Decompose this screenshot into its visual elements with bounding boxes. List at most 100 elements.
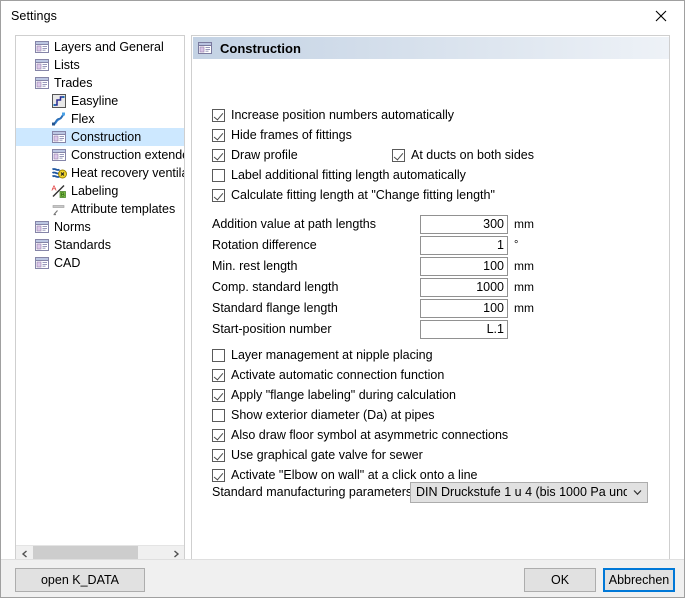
window-page-icon	[35, 41, 49, 53]
checkbox-checked-icon[interactable]	[212, 108, 225, 122]
sidebar-item-construction[interactable]: Construction	[16, 128, 184, 146]
sidebar-item-flex[interactable]: Flex	[16, 110, 184, 128]
chevron-left-icon	[21, 550, 27, 558]
field-unit: °	[514, 239, 519, 251]
standard-manufacturing-parameters-select[interactable]: DIN Druckstufe 1 u 4 (bis 1000 Pa und -6…	[410, 481, 648, 503]
field-row: Min. rest length mm	[212, 256, 534, 276]
input-min-rest-length[interactable]	[420, 256, 508, 276]
checkbox-show-exterior-diameter-da-at-pipes[interactable]: Show exterior diameter (Da) at pipes	[212, 406, 435, 424]
easyline-icon	[52, 94, 66, 108]
input-addition-value-at-path-lengths[interactable]	[420, 214, 508, 234]
construction-settings-panel: Construction Increase position numbers a…	[191, 35, 670, 563]
checkbox-unchecked-icon[interactable]	[212, 348, 225, 362]
checkbox-checked-icon[interactable]	[212, 368, 225, 382]
window-page-icon	[35, 239, 49, 251]
panel-body: Increase position numbers automatically H…	[192, 59, 669, 562]
field-row: Comp. standard length mm	[212, 277, 534, 297]
checkbox-label: Increase position numbers automatically	[231, 108, 455, 122]
sidebar-item-label: Layers and General	[54, 40, 164, 54]
checkbox-label: Activate automatic connection function	[231, 368, 445, 382]
checkbox-label: At ducts on both sides	[411, 148, 534, 162]
sidebar-item-lists[interactable]: Lists	[16, 56, 184, 74]
sidebar-item-label: Lists	[54, 58, 80, 72]
field-label-start-position-number: Start-position number	[212, 322, 332, 336]
input-comp-standard-length[interactable]	[420, 277, 508, 297]
field-row: Addition value at path lengths mm	[212, 214, 534, 234]
close-button[interactable]	[638, 1, 684, 30]
window-page-icon	[198, 42, 212, 54]
checkbox-checked-icon[interactable]	[212, 468, 225, 482]
checkbox-checked-icon[interactable]	[212, 128, 225, 142]
sidebar-item-easyline[interactable]: Easyline	[16, 92, 184, 110]
checkbox-increase-position-numbers-automatically[interactable]: Increase position numbers automatically	[212, 106, 454, 124]
ok-button[interactable]: OK	[524, 568, 596, 592]
settings-tree[interactable]: Layers and General Lists Trades Easyline Fle…	[16, 38, 184, 536]
dropdown-row: Standard manufacturing parameters DIN Dru…	[212, 481, 648, 503]
input-standard-flange-length[interactable]	[420, 298, 508, 318]
checkbox-checked-icon[interactable]	[212, 428, 225, 442]
field-unit: mm	[514, 280, 534, 294]
checkbox-label: Calculate fitting length at "Change fitt…	[231, 188, 495, 202]
labeling-icon: AB	[52, 184, 66, 199]
field-label-rotation-difference: Rotation difference	[212, 238, 317, 252]
checkbox-unchecked-icon[interactable]	[212, 168, 225, 182]
field-unit: mm	[514, 217, 534, 231]
checkbox-use-graphical-gate-valve-for-sewer[interactable]: Use graphical gate valve for sewer	[212, 446, 423, 464]
field-unit: mm	[514, 301, 534, 315]
checkbox-apply-flange-labeling-during-calculation[interactable]: Apply "flange labeling" during calculati…	[212, 386, 456, 404]
dropdown-label: Standard manufacturing parameters	[212, 485, 413, 499]
checkbox-label: Show exterior diameter (Da) at pipes	[231, 408, 435, 422]
sidebar-item-norms[interactable]: Norms	[16, 218, 184, 236]
checkbox-activate-automatic-connection-function[interactable]: Activate automatic connection function	[212, 366, 444, 384]
sidebar-item-cad[interactable]: CAD	[16, 254, 184, 272]
checkbox-also-draw-floor-symbol-at-asymmetric-connections[interactable]: Also draw floor symbol at asymmetric con…	[212, 426, 508, 444]
input-rotation-difference[interactable]	[420, 235, 508, 255]
checkbox-draw-profile[interactable]: Draw profile	[212, 146, 298, 164]
sidebar-item-standards[interactable]: Standards	[16, 236, 184, 254]
checkbox-unchecked-icon[interactable]	[212, 408, 225, 422]
checkbox-label: Use graphical gate valve for sewer	[231, 448, 423, 462]
dropdown-selected-value: DIN Druckstufe 1 u 4 (bis 1000 Pa und -6…	[416, 485, 627, 499]
field-label-min-rest-length: Min. rest length	[212, 259, 298, 273]
sidebar-item-attribute-templates[interactable]: Attribute templates	[16, 200, 184, 218]
sidebar-item-label: Labeling	[71, 184, 119, 198]
sidebar-item-layers-and-general[interactable]: Layers and General	[16, 38, 184, 56]
sidebar-item-heat-recovery-ventilation[interactable]: Heat recovery ventilation	[16, 164, 184, 182]
panel-title: Construction	[220, 40, 301, 56]
checkbox-label: Layer management at nipple placing	[231, 348, 433, 362]
window-title: Settings	[11, 9, 57, 23]
title-bar: Settings	[1, 1, 684, 31]
checkbox-label: Hide frames of fittings	[231, 128, 352, 142]
checkbox-hide-frames-of-fittings[interactable]: Hide frames of fittings	[212, 126, 352, 144]
checkbox-label-additional-fitting-length-automatically[interactable]: Label additional fitting length automati…	[212, 166, 466, 184]
cancel-button[interactable]: Abbrechen	[603, 568, 675, 592]
sidebar-item-construction-extended[interactable]: Construction extended	[16, 146, 184, 164]
dialog-footer: open K_DATA OK Abbrechen	[1, 559, 684, 597]
checkbox-label: Activate "Elbow on wall" at a click onto…	[231, 468, 478, 482]
checkbox-checked-icon[interactable]	[392, 148, 405, 162]
dialog-content: Layers and General Lists Trades Easyline Fle…	[1, 31, 684, 563]
checkbox-label: Draw profile	[231, 148, 298, 162]
field-label-addition-value-at-path-lengths: Addition value at path lengths	[212, 217, 377, 231]
checkbox-at-ducts-on-both-sides[interactable]: At ducts on both sides	[392, 146, 534, 164]
sidebar-item-trades[interactable]: Trades	[16, 74, 184, 92]
checkbox-checked-icon[interactable]	[212, 448, 225, 462]
settings-dialog: Settings Layers and General Lists Trades Ea…	[0, 0, 685, 598]
sidebar-item-label: Heat recovery ventilation	[71, 166, 184, 180]
checkbox-checked-icon[interactable]	[212, 148, 225, 162]
field-label-comp-standard-length: Comp. standard length	[212, 280, 339, 294]
checkbox-layer-management-at-nipple-placing[interactable]: Layer management at nipple placing	[212, 346, 433, 364]
sidebar-item-labeling[interactable]: A B Labeling	[16, 182, 184, 200]
field-row: Start-position number	[212, 319, 514, 339]
checkbox-checked-icon[interactable]	[212, 188, 225, 202]
chevron-down-icon[interactable]	[627, 483, 647, 502]
checkbox-calculate-fitting-length-at-change-fitting-lengt[interactable]: Calculate fitting length at "Change fitt…	[212, 186, 495, 204]
input-start-position-number[interactable]	[420, 319, 508, 339]
checkbox-checked-icon[interactable]	[212, 388, 225, 402]
open-kdata-button[interactable]: open K_DATA	[15, 568, 145, 592]
window-page-icon	[35, 221, 49, 233]
sidebar-item-label: Flex	[71, 112, 95, 126]
sidebar-item-label: Easyline	[71, 94, 119, 108]
sidebar-item-label: Construction	[71, 130, 142, 144]
field-row: Standard flange length mm	[212, 298, 534, 318]
